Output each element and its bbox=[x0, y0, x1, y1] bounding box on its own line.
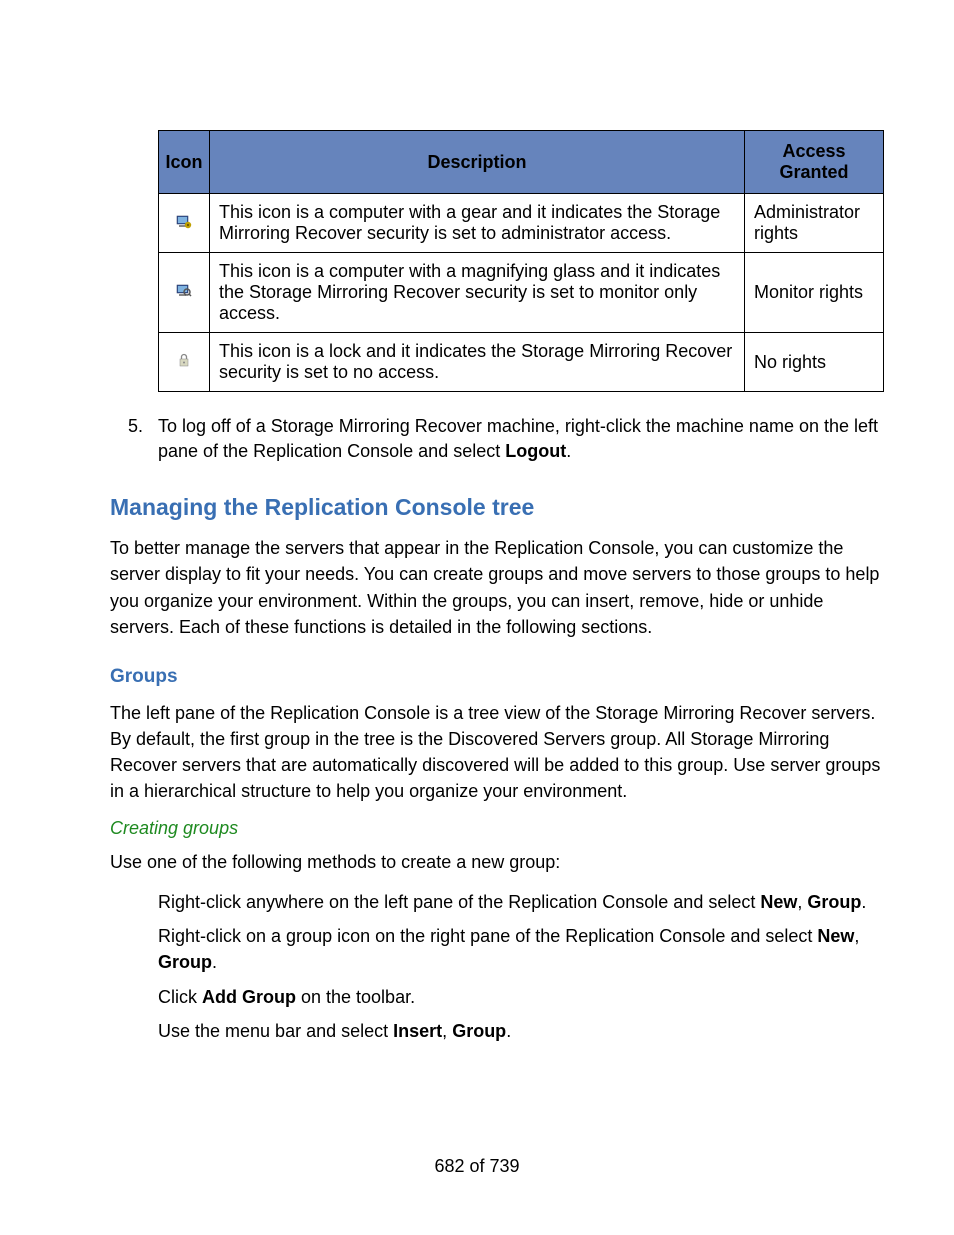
desc-cell: This icon is a computer with a magnifyin… bbox=[210, 253, 745, 333]
list-item: Use the menu bar and select Insert, Grou… bbox=[158, 1018, 884, 1044]
text: Right-click anywhere on the left pane of… bbox=[158, 892, 760, 912]
table-header-row: Icon Description Access Granted bbox=[159, 131, 884, 194]
text: . bbox=[506, 1021, 511, 1041]
method-list: Right-click anywhere on the left pane of… bbox=[110, 889, 884, 1043]
bold-text: Group bbox=[452, 1021, 506, 1041]
col-icon: Icon bbox=[159, 131, 210, 194]
col-access: Access Granted bbox=[745, 131, 884, 194]
desc-cell: This icon is a lock and it indicates the… bbox=[210, 333, 745, 392]
text: Right-click on a group icon on the right… bbox=[158, 926, 817, 946]
bold-text: Group bbox=[807, 892, 861, 912]
text: . bbox=[566, 441, 571, 461]
ordered-list-item-5: 5. To log off of a Storage Mirroring Rec… bbox=[110, 414, 884, 464]
lock-icon bbox=[176, 352, 192, 367]
list-item: Click Add Group on the toolbar. bbox=[158, 984, 884, 1010]
security-icon-table: Icon Description Access Granted bbox=[158, 130, 884, 392]
page-number: 682 of 739 bbox=[0, 1156, 954, 1177]
bold-text: New bbox=[760, 892, 797, 912]
bold-text: Logout bbox=[505, 441, 566, 461]
list-number: 5. bbox=[110, 414, 158, 464]
text: Use the menu bar and select bbox=[158, 1021, 393, 1041]
paragraph: To better manage the servers that appear… bbox=[110, 535, 884, 639]
access-cell: No rights bbox=[745, 333, 884, 392]
text: on the toolbar. bbox=[296, 987, 415, 1007]
icon-cell bbox=[159, 194, 210, 253]
heading-groups: Groups bbox=[110, 666, 884, 688]
desc-cell: This icon is a computer with a gear and … bbox=[210, 194, 745, 253]
list-item: Right-click on a group icon on the right… bbox=[158, 923, 884, 975]
icon-cell bbox=[159, 253, 210, 333]
computer-gear-icon bbox=[176, 213, 192, 228]
heading-managing-tree: Managing the Replication Console tree bbox=[110, 494, 884, 521]
bold-text: New bbox=[817, 926, 854, 946]
computer-magnify-icon bbox=[176, 282, 192, 297]
bold-text: Insert bbox=[393, 1021, 442, 1041]
access-cell: Administrator rights bbox=[745, 194, 884, 253]
document-page: Icon Description Access Granted bbox=[0, 0, 954, 1235]
bold-text: Add Group bbox=[202, 987, 296, 1007]
icon-table-wrap: Icon Description Access Granted bbox=[110, 130, 884, 392]
heading-creating-groups: Creating groups bbox=[110, 818, 884, 839]
text: , bbox=[854, 926, 859, 946]
text: . bbox=[861, 892, 866, 912]
list-body: To log off of a Storage Mirroring Recove… bbox=[158, 414, 884, 464]
bold-text: Group bbox=[158, 952, 212, 972]
icon-cell bbox=[159, 333, 210, 392]
table-row: This icon is a computer with a magnifyin… bbox=[159, 253, 884, 333]
text: . bbox=[212, 952, 217, 972]
text: Click bbox=[158, 987, 202, 1007]
text: , bbox=[797, 892, 807, 912]
paragraph: Use one of the following methods to crea… bbox=[110, 849, 884, 875]
table-row: This icon is a lock and it indicates the… bbox=[159, 333, 884, 392]
paragraph: The left pane of the Replication Console… bbox=[110, 700, 884, 804]
access-cell: Monitor rights bbox=[745, 253, 884, 333]
table-row: This icon is a computer with a gear and … bbox=[159, 194, 884, 253]
text: , bbox=[442, 1021, 452, 1041]
col-description: Description bbox=[210, 131, 745, 194]
list-item: Right-click anywhere on the left pane of… bbox=[158, 889, 884, 915]
